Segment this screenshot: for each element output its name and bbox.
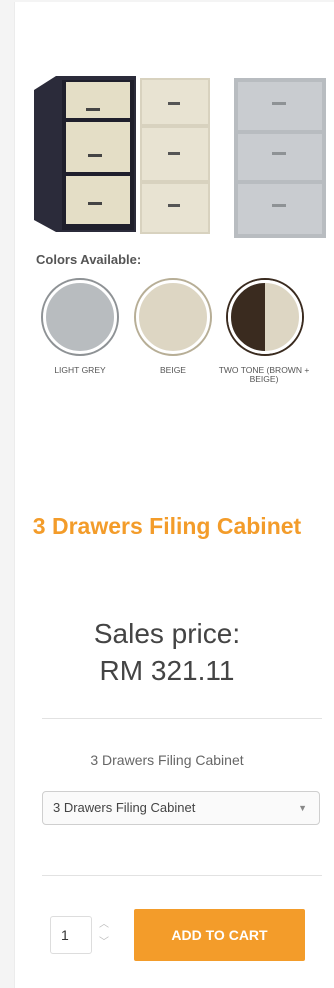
divider [42, 718, 322, 719]
chevron-down-icon: ▼ [298, 803, 307, 813]
light-grey-label: LIGHT GREY [54, 365, 106, 375]
add-to-cart-button[interactable]: ADD TO CART [134, 909, 305, 961]
quantity-input[interactable]: 1 [50, 916, 92, 954]
variant-label: 3 Drawers Filing Cabinet [90, 752, 244, 768]
light-grey-swatch [43, 280, 117, 354]
divider [42, 875, 322, 876]
chevron-up-icon[interactable]: ︿ [96, 916, 112, 934]
price-value: RM 321.11 [99, 655, 235, 686]
colors-title: Colors Available: [36, 252, 142, 267]
two-tone-label: TWO TONE (BROWN + BEIGE) [218, 365, 310, 384]
price-label: Sales price: [93, 618, 241, 649]
product-title[interactable]: 3 Drawers Filing Cabinet [14, 510, 320, 543]
two-tone-swatch [228, 280, 302, 354]
chevron-down-icon[interactable]: ﹀ [96, 934, 112, 952]
cabinet-images [34, 76, 326, 238]
variant-select[interactable]: 3 Drawers Filing Cabinet ▼ [42, 791, 320, 825]
quantity-stepper[interactable]: ︿ ﹀ [96, 916, 112, 954]
beige-label: BEIGE [160, 365, 186, 375]
variant-selected-value: 3 Drawers Filing Cabinet [53, 800, 196, 815]
beige-swatch [136, 280, 210, 354]
